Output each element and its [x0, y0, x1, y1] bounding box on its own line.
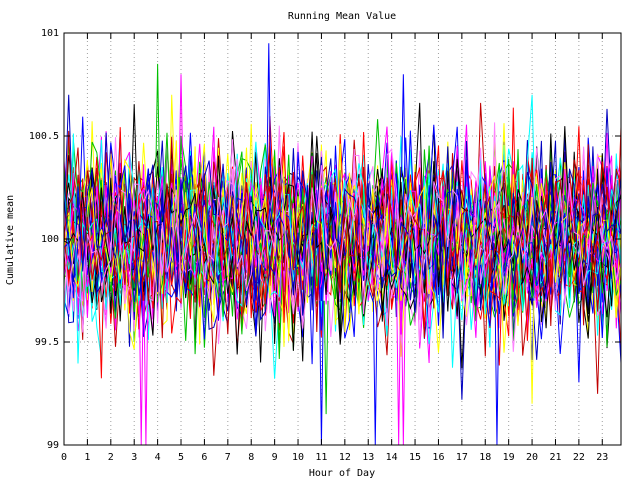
- spike-line: [396, 300, 402, 446]
- x-tick-label: 11: [315, 452, 327, 463]
- x-tick-label: 21: [549, 452, 561, 463]
- y-tick-label: 100.5: [29, 131, 59, 142]
- x-tick-label: 20: [526, 452, 538, 463]
- x-tick-label: 6: [201, 452, 207, 463]
- x-tick-label: 23: [596, 452, 608, 463]
- spike-line: [400, 74, 406, 178]
- x-tick-label: 19: [503, 452, 515, 463]
- spike-line: [494, 300, 500, 446]
- y-tick-label: 100: [41, 234, 59, 245]
- line-chart: Running Mean Value Hour of Day Cumulativ…: [5, 11, 622, 479]
- y-tick-label: 99: [47, 440, 59, 451]
- x-tick-label: 15: [409, 452, 421, 463]
- y-tick-label: 101: [41, 28, 59, 39]
- x-tick-label: 10: [292, 452, 304, 463]
- y-tick-label: 99.5: [35, 337, 59, 348]
- y-axis-label: Cumulative mean: [5, 195, 16, 285]
- spike-line: [138, 300, 144, 446]
- chart-root: Running Mean Value Hour of Day Cumulativ…: [0, 0, 640, 480]
- x-tick-label: 7: [225, 452, 231, 463]
- x-tick-label: 0: [61, 452, 67, 463]
- chart-title: Running Mean Value: [288, 11, 396, 22]
- x-tick-label: 8: [248, 452, 254, 463]
- x-tick-label: 18: [479, 452, 491, 463]
- x-tick-label: 2: [108, 452, 114, 463]
- x-tick-label: 4: [155, 452, 161, 463]
- x-tick-label: 14: [386, 452, 398, 463]
- x-tick-label: 9: [272, 452, 278, 463]
- spike-line: [323, 300, 329, 415]
- x-tick-label: 17: [456, 452, 468, 463]
- x-tick-label: 1: [84, 452, 90, 463]
- x-tick-label: 3: [131, 452, 137, 463]
- series-layer: [63, 43, 622, 446]
- x-tick-label: 16: [432, 452, 444, 463]
- spike-line: [372, 300, 378, 446]
- x-tick-label: 13: [362, 452, 374, 463]
- x-tick-label: 22: [573, 452, 585, 463]
- x-axis-label: Hour of Day: [309, 468, 375, 479]
- x-tick-label: 12: [339, 452, 351, 463]
- x-tick-label: 5: [178, 452, 184, 463]
